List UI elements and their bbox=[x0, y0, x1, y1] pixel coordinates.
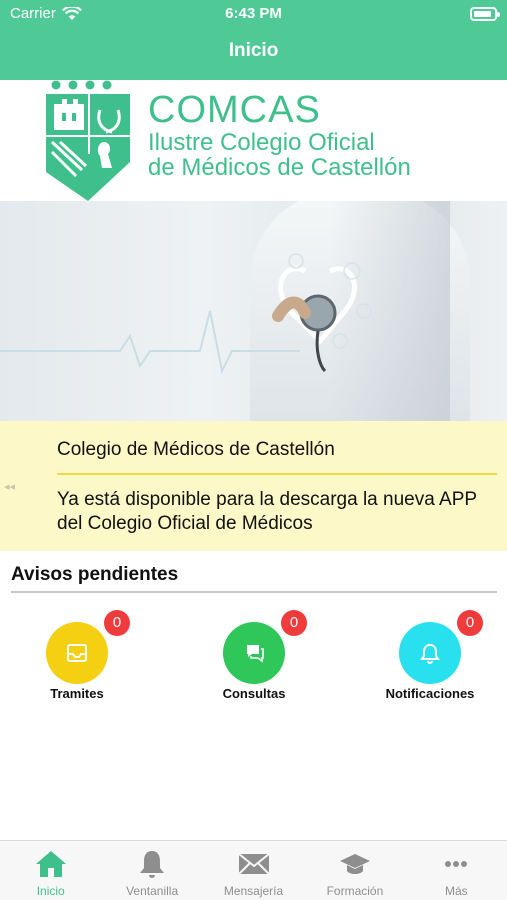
consultas-button[interactable] bbox=[223, 622, 285, 684]
hero-image bbox=[0, 201, 507, 421]
clock: 6:43 PM bbox=[225, 5, 282, 22]
tab-mas-label: Más bbox=[444, 884, 468, 898]
tab-mensajeria-label: Mensajería bbox=[223, 884, 284, 898]
tab-ventanilla[interactable]: Ventanilla bbox=[101, 841, 202, 900]
graduation-cap-icon bbox=[339, 854, 370, 874]
brand-subtitle-line1: Ilustre Colegio Oficial bbox=[148, 129, 375, 156]
tab-inicio[interactable]: Inicio bbox=[0, 841, 101, 900]
avisos-title: Avisos pendientes bbox=[11, 564, 179, 585]
notice-text: Ya está disponible para la descarga la n… bbox=[57, 489, 477, 534]
inbox-icon bbox=[67, 644, 87, 662]
notice-title: Colegio de Médicos de Castellón bbox=[57, 439, 335, 460]
tab-ventanilla-label: Ventanilla bbox=[126, 884, 179, 898]
tab-formacion[interactable]: Formación bbox=[304, 841, 405, 900]
consultas-label: Consultas bbox=[222, 686, 286, 701]
tramites-button[interactable] bbox=[46, 622, 108, 684]
more-icon bbox=[445, 861, 468, 867]
logo-header: COMCAS Ilustre Colegio Oficial de Médico… bbox=[0, 80, 507, 201]
notificaciones-count-badge: 0 bbox=[457, 610, 483, 636]
tramites-tile[interactable]: 0 Tramites bbox=[12, 610, 142, 712]
home-icon bbox=[35, 851, 66, 877]
tramites-label: Tramites bbox=[50, 686, 104, 701]
bell-icon bbox=[420, 643, 440, 664]
consultas-count-badge: 0 bbox=[281, 610, 307, 636]
bell-icon bbox=[140, 851, 165, 878]
tab-formacion-label: Formación bbox=[326, 884, 384, 898]
battery-icon bbox=[470, 7, 500, 21]
tramites-count-badge: 0 bbox=[104, 610, 130, 636]
avisos-divider bbox=[11, 591, 497, 593]
tab-inicio-label: Inicio bbox=[36, 884, 65, 898]
notificaciones-label: Notificaciones bbox=[385, 686, 475, 701]
notice-divider bbox=[57, 473, 497, 475]
news-notice[interactable]: ◂◂ Colegio de Médicos de Castellón Ya es… bbox=[0, 421, 507, 551]
stethoscope-illustration bbox=[0, 253, 372, 375]
brand-name: COMCAS bbox=[148, 89, 321, 131]
notificaciones-tile[interactable]: 0 Notificaciones bbox=[365, 610, 495, 712]
notice-indicator: ◂◂ bbox=[4, 481, 16, 493]
brand-block: COMCAS Ilustre Colegio Oficial de Médico… bbox=[148, 90, 411, 180]
crest-logo bbox=[46, 80, 130, 201]
tab-mas[interactable]: Más bbox=[406, 841, 507, 900]
tab-bar: Inicio Ventanilla Mensajería Formación M… bbox=[0, 840, 507, 900]
consultas-tile[interactable]: 0 Consultas bbox=[189, 610, 319, 712]
chat-icon bbox=[247, 645, 264, 663]
brand-subtitle-line2: de Médicos de Castellón bbox=[148, 154, 411, 181]
tab-mensajeria[interactable]: Mensajería bbox=[203, 841, 304, 900]
top-bar: Carrier 6:43 PM Inicio bbox=[0, 0, 507, 80]
envelope-icon bbox=[237, 853, 270, 875]
page-title: Inicio bbox=[228, 40, 279, 61]
notificaciones-button[interactable] bbox=[399, 622, 461, 684]
status-bar: Carrier 6:43 PM bbox=[0, 0, 507, 28]
